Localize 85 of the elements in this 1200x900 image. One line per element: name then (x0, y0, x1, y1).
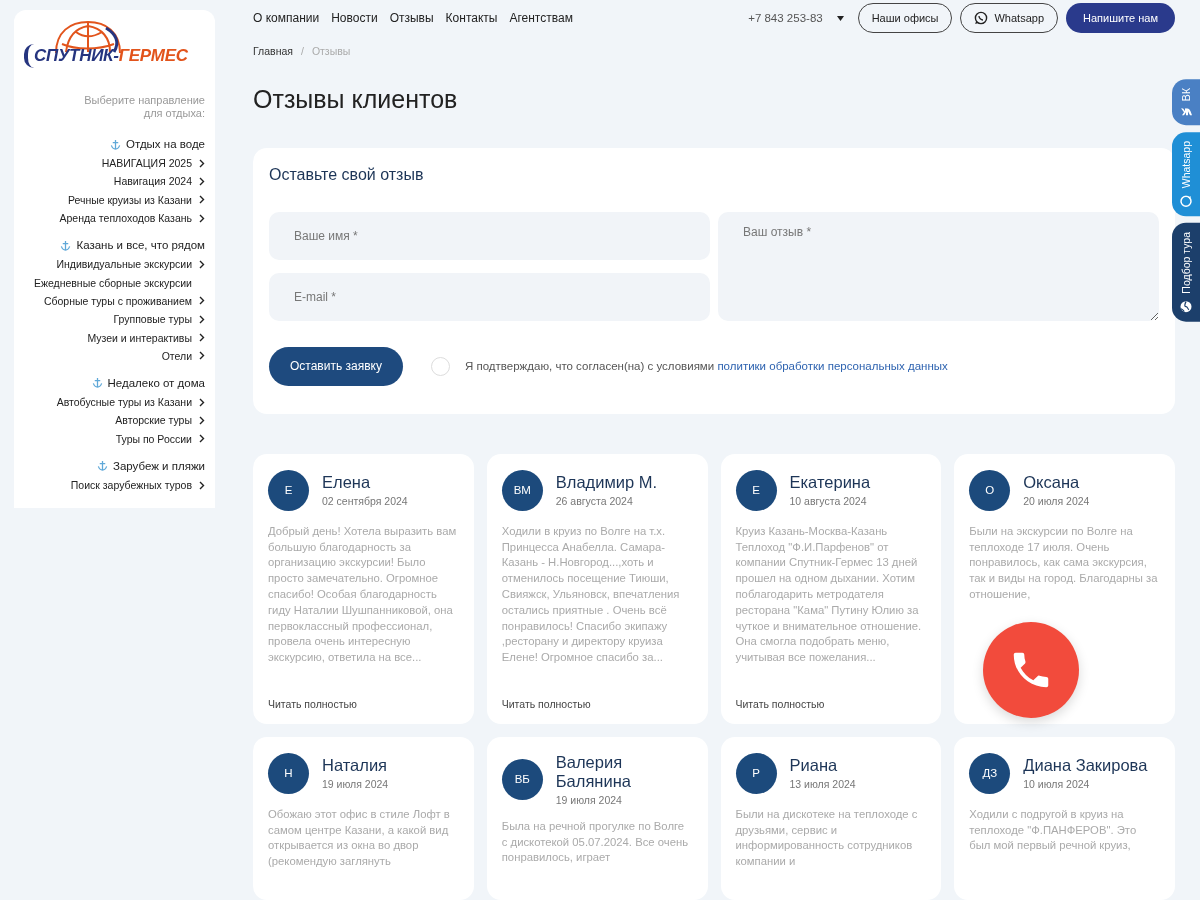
sidebar-item[interactable]: НАВИГАЦИЯ 2025 (101, 157, 192, 170)
sidebar-item[interactable]: Индивидуальные экскурсии (56, 258, 192, 271)
reviewer-name: Владимир М. (555, 473, 658, 493)
sidebar-item[interactable]: Отели (161, 349, 192, 362)
read-more-link[interactable]: Читать полностью (268, 697, 459, 710)
avatar-initials: Е (735, 469, 777, 511)
header-button[interactable]: Напишите нам (1066, 3, 1175, 34)
review-date: 26 августа 2024 (555, 495, 634, 508)
side-tab[interactable]: Подбор тура (1172, 223, 1200, 323)
chevron-icon (199, 480, 205, 490)
reviewer-name: Екатерина (789, 473, 871, 493)
reviewer-name: Риана (789, 756, 839, 776)
review-text: Ходили с подругой в круиз на теплоходе "Ф.ПАНФЕРОВ". Это был мой первый речной круиз, (969, 806, 1138, 854)
review-text: Добрый день! Хотела выразить вам большую благодарность за организацию экскурсии! Было просто замечательно. Огромное спасибо! Особая благодарность гиду Наталии Шушпанниковой, она первоклассный профессионал, провела очень интересную экскурсию, ответила на все... (268, 523, 458, 666)
review-text: Была на речной прогулке по Волге с дискотекой 05.07.2024. Все очень понравилось, играет (501, 818, 690, 866)
name-field[interactable]: Ваше имя * (269, 211, 710, 260)
breadcrumb-separator: / (300, 44, 304, 57)
sidebar-item[interactable]: Автобусные туры из Казани (56, 396, 192, 409)
nav-link[interactable]: Отзывы (389, 11, 434, 26)
sidebar-item[interactable]: Поиск зарубежных туров (70, 479, 192, 491)
avatar-initials: ВБ (501, 758, 543, 800)
privacy-policy-link[interactable]: политики обработки персональных данных (717, 360, 948, 373)
side-tab[interactable]: Whatsapp (1172, 132, 1200, 217)
menu-group-title[interactable]: Отдых на воде (126, 138, 205, 150)
avatar-initials: ДЗ (969, 752, 1011, 794)
reviewer-name: Елена (322, 473, 372, 493)
side-tab[interactable]: ВК (1172, 79, 1200, 126)
vk-icon (1180, 108, 1192, 117)
sidebar-item[interactable]: Групповые туры (113, 313, 192, 326)
sidebar-prompt: Выберите направление для отдыха: (83, 94, 205, 120)
caret-icon[interactable] (836, 15, 844, 21)
menu-group-title[interactable]: Недалеко от дома (107, 376, 205, 389)
sidebar-item[interactable]: Музеи и интерактивы (87, 331, 192, 344)
review-date: 10 августа 2024 (789, 495, 868, 508)
nav-link[interactable]: Агентствам (509, 11, 573, 26)
nav-link[interactable]: Новости (331, 11, 378, 26)
sidebar-item[interactable]: Сборные туры с проживанием (43, 294, 192, 307)
submit-button[interactable]: Оставить заявку (269, 346, 403, 386)
review-date: 19 июля 2024 (555, 793, 623, 806)
review-field[interactable]: Ваш отзыв * (718, 211, 1159, 321)
avatar-initials: Н (268, 752, 309, 794)
reviewer-name: Диана Закирова (1023, 756, 1148, 776)
breadcrumb-link[interactable]: Главная (253, 44, 293, 57)
read-more-link[interactable]: Читать полностью (501, 697, 693, 710)
sidebar-item[interactable]: Навигация 2024 (113, 175, 192, 188)
review-text: Обожаю этот офис в стиле Лофт в самом центре Казани, а какой вид открывается из окна во двор (рекомендую заглянуть (268, 806, 451, 870)
menu-group-title[interactable]: Казань и все, что рядом (76, 239, 205, 252)
phone-number[interactable]: +7 843 253-83 (748, 12, 823, 25)
nav-link[interactable]: О компании (253, 11, 320, 26)
menu-group-title[interactable]: Зарубеж и пляжи (113, 459, 205, 472)
reviewer-name: Валерия Балянина (555, 752, 632, 791)
email-field[interactable]: E-mail * (269, 272, 710, 321)
avatar-initials: ВМ (501, 469, 543, 511)
chat-bubble-icon (974, 11, 989, 26)
reviewer-name: Наталия (322, 756, 389, 776)
sidebar-item[interactable]: Ежедневные сборные экскурсии (33, 276, 192, 289)
anchor-icon (110, 138, 122, 150)
chat-bubble-icon (1180, 195, 1192, 208)
review-date: 19 июля 2024 (322, 778, 389, 791)
reviewer-name: Оксана (1023, 473, 1081, 493)
page-title: Отзывы клиентов (253, 84, 459, 114)
anchor-icon (91, 377, 103, 389)
sidebar-item[interactable]: Авторские туры (115, 414, 192, 427)
read-more-link[interactable]: Читать полностью (735, 697, 927, 710)
review-text: Были на дискотеке на теплоходе с друзьями, сервис и информированность сотрудников компании и (735, 806, 919, 870)
avatar-initials: Р (735, 752, 777, 794)
review-text: Круиз Казань-Москва-Казань Теплоход "Ф.И.Парфенов" от компании Спутник-Гермес 13 дней прошел на одном дыхании. Хотим поблагодарить метродателя ресторана "Кама" Путину Юлию за чуткое и внимательное отношение. Она смогла подобрать меню, учитывая все пожелания... (735, 523, 923, 666)
logo-text[interactable]: СПУТНИК-ГЕРМЕС (24, 44, 190, 68)
avatar-initials: Е (268, 469, 309, 511)
avatar-initials: О (969, 469, 1011, 511)
sidebar-item[interactable]: Туры по России (115, 432, 192, 445)
nav-link[interactable]: Контакты (445, 11, 498, 26)
form-title: Оставьте свой отзыв (269, 165, 425, 184)
sidebar-item[interactable]: Аренда теплоходов Казань (59, 212, 192, 225)
anchor-icon (60, 239, 72, 251)
review-date: 10 июля 2024 (1023, 778, 1091, 791)
chevron-icon (199, 259, 205, 269)
sidebar-item[interactable]: Речные круизы из Казани (67, 193, 192, 206)
review-date: 20 июля 2024 (1023, 495, 1090, 508)
review-text: Были на экскурсии по Волге на теплоходе 17 июля. Очень понравилось, как сама экскурсия, так и виды на город. Благодарны за отношение, (969, 523, 1159, 602)
consent-text: Я подтверждаю, что согласен(на) с условиями политики обработки персональных данных (464, 360, 948, 373)
review-date: 13 июля 2024 (789, 778, 856, 791)
anchor-icon (97, 460, 108, 472)
review-date: 02 сентября 2024 (322, 495, 408, 508)
review-text: Ходили в круиз по Волге на т.х. Принцесса Анабелла. Самара-Казань - Н.Новгород...,хоть и отменилось посещение Тиюши, Свияжск, Ульяновск, впечатления остались приятные . Очень всё понравилось! Спасибо экипажу ,ресторану и директору круиза Елене! Огромное спасибо за... (501, 523, 681, 666)
